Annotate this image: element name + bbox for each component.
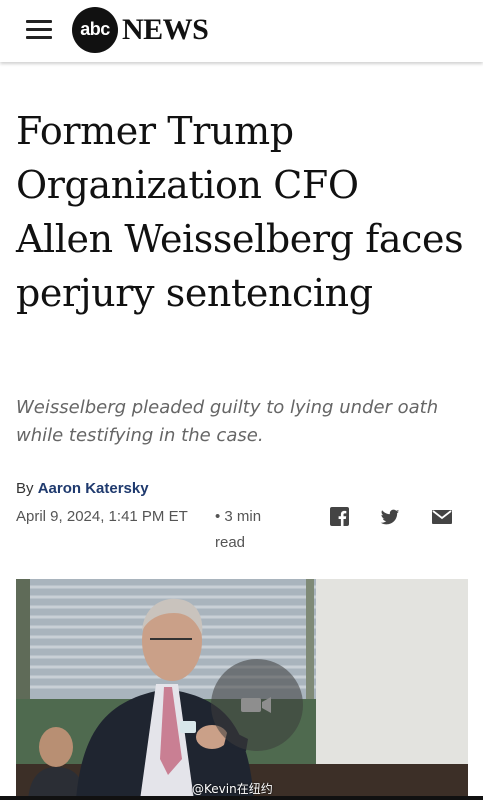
- publish-date: April 9, 2024, 1:41 PM ET: [16, 508, 188, 525]
- facebook-icon[interactable]: [329, 506, 351, 528]
- top-nav-bar: abc NEWS: [0, 0, 483, 62]
- bottom-edge-bar: [0, 796, 483, 800]
- abc-news-logo[interactable]: abc NEWS: [72, 7, 222, 53]
- article-headline: Former Trump Organization CFO Allen Weis…: [16, 109, 464, 315]
- read-time: • 3 min read: [215, 508, 262, 551]
- news-wordmark: NEWS: [122, 13, 209, 46]
- hamburger-menu-icon[interactable]: [26, 18, 52, 40]
- twitter-icon[interactable]: [379, 506, 401, 528]
- abc-logo-circle: abc: [72, 7, 118, 53]
- article-subheadline: Weisselberg pleaded guilty to lying unde…: [16, 397, 439, 446]
- email-icon[interactable]: [431, 506, 453, 528]
- article-hero-photo[interactable]: [16, 579, 468, 800]
- byline: By Aaron Katersky: [16, 480, 149, 497]
- author-link[interactable]: Aaron Katersky: [38, 480, 149, 497]
- play-video-button[interactable]: [211, 659, 303, 751]
- byline-prefix: By: [16, 480, 34, 497]
- weibo-watermark: @Kevin在纽约: [192, 782, 273, 796]
- video-camera-icon: [241, 697, 271, 713]
